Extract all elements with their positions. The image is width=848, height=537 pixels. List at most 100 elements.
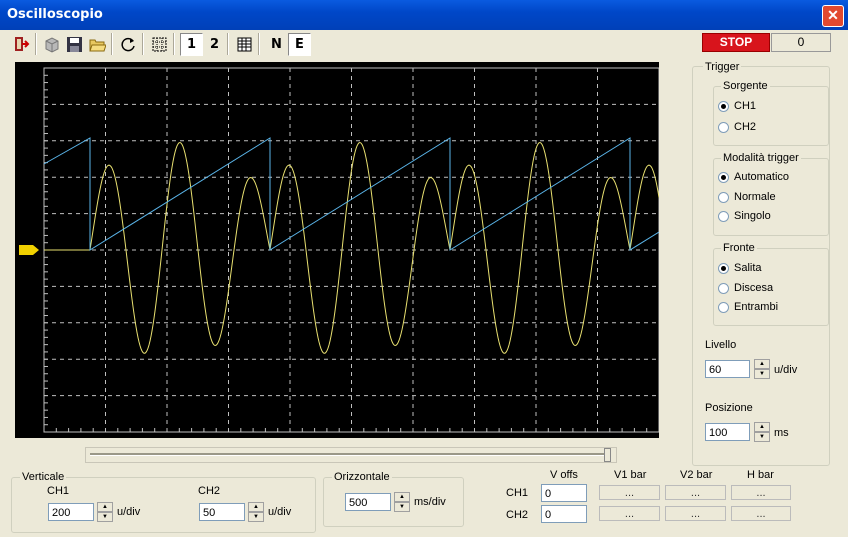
orizzontale-spinner[interactable]: ▲ ▼ (394, 492, 410, 512)
save-icon (67, 37, 82, 52)
ch2-hbar-value: ... (731, 506, 791, 521)
sorgente-group (713, 86, 829, 146)
modalita-title: Modalità trigger (721, 152, 801, 164)
toolbar-separator (142, 33, 144, 55)
spin-up-icon[interactable]: ▲ (754, 359, 770, 369)
spin-down-icon[interactable]: ▼ (754, 432, 770, 442)
radio-dot[interactable] (718, 302, 729, 313)
spin-down-icon[interactable]: ▼ (754, 369, 770, 379)
verticale-ch2-input[interactable]: 50 (199, 503, 245, 521)
refresh-icon (121, 37, 135, 52)
properties-button[interactable] (40, 33, 63, 56)
spin-up-icon[interactable]: ▲ (394, 492, 410, 502)
header-voffs: V offs (550, 469, 578, 481)
grid-select-button[interactable] (148, 33, 171, 56)
scope-canvas (19, 67, 660, 433)
radio-dot[interactable] (718, 282, 729, 294)
spin-up-icon[interactable]: ▲ (97, 502, 113, 512)
verticale-ch1-unit: u/div (117, 506, 141, 518)
posizione-label: Posizione (705, 402, 753, 414)
ch2-voffs-input[interactable]: 0 (541, 505, 587, 523)
fronte-title: Fronte (721, 242, 757, 254)
window-title: Oscilloscopio (7, 7, 103, 22)
posizione-spinner[interactable]: ▲ ▼ (754, 422, 770, 442)
close-button[interactable]: ✕ (822, 5, 844, 27)
sorgente-title: Sorgente (721, 80, 770, 92)
oscilloscope-display[interactable] (15, 62, 660, 438)
livello-label: Livello (705, 339, 737, 351)
ch1-voffs-input[interactable]: 0 (541, 484, 587, 502)
toolbar-separator (227, 33, 229, 55)
radio-dot[interactable] (718, 101, 729, 112)
time-scrollbar[interactable] (85, 447, 617, 463)
radio-label: Singolo (734, 210, 771, 222)
verticale-ch2-unit: u/div (268, 506, 292, 518)
verticale-ch1-spinner[interactable]: ▲ ▼ (97, 502, 113, 522)
toolbar-separator (111, 33, 113, 55)
spin-up-icon[interactable]: ▲ (754, 422, 770, 432)
scrollbar-track (90, 453, 605, 456)
cube-icon (45, 37, 59, 53)
verticale-ch1-label: CH1 (47, 485, 70, 497)
radio-label: CH1 (734, 100, 757, 112)
trigger-title: Trigger (703, 61, 742, 73)
radio-label: Salita (734, 262, 762, 274)
sample-counter: 0 (771, 33, 831, 52)
ch1-v2bar-value: ... (665, 485, 726, 500)
n-toggle[interactable]: N (265, 33, 288, 56)
posizione-input[interactable]: 100 (705, 423, 750, 441)
verticale-title: Verticale (20, 471, 67, 483)
title-bar: Oscilloscopio ✕ (0, 0, 848, 30)
exit-button[interactable] (10, 33, 33, 56)
livello-unit: u/div (774, 364, 798, 376)
save-button[interactable] (63, 33, 86, 56)
ch2-v1bar-value: ... (599, 506, 660, 521)
posizione-unit: ms (774, 427, 789, 439)
header-v2bar: V2 bar (680, 469, 713, 481)
radio-label: CH2 (734, 121, 757, 133)
spin-down-icon[interactable]: ▼ (248, 512, 264, 522)
verticale-ch2-spinner[interactable]: ▲ ▼ (248, 502, 264, 522)
livello-spinner[interactable]: ▲ ▼ (754, 359, 770, 379)
ch2-trace (43, 137, 660, 251)
radio-label: Automatico (734, 171, 790, 183)
ch2-v2bar-value: ... (665, 506, 726, 521)
radio-label: Entrambi (734, 301, 779, 313)
row-ch2-label: CH2 (506, 509, 529, 521)
channel-1-toggle[interactable]: 1 (180, 33, 203, 56)
ch1-v1bar-value: ... (599, 485, 660, 500)
open-folder-icon (89, 39, 106, 52)
verticale-ch2-label: CH2 (198, 485, 221, 497)
orizzontale-unit: ms/div (414, 496, 446, 508)
row-ch1-label: CH1 (506, 487, 529, 499)
grid-select-icon (152, 37, 167, 52)
spin-down-icon[interactable]: ▼ (97, 512, 113, 522)
spin-down-icon[interactable]: ▼ (394, 502, 410, 512)
channel-2-toggle[interactable]: 2 (203, 33, 226, 56)
stop-button[interactable]: STOP (702, 33, 770, 52)
exit-icon (15, 37, 30, 51)
orizzontale-input[interactable]: 500 (345, 493, 391, 511)
orizzontale-title: Orizzontale (332, 471, 392, 483)
header-hbar: H bar (747, 469, 774, 481)
radio-dot[interactable] (718, 263, 729, 274)
ch1-hbar-value: ... (731, 485, 791, 500)
toolbar-separator (35, 33, 37, 55)
e-toggle[interactable]: E (288, 33, 311, 56)
refresh-button[interactable] (117, 33, 140, 56)
scrollbar-thumb[interactable] (604, 448, 611, 462)
table-button[interactable] (233, 33, 256, 56)
header-v1bar: V1 bar (614, 469, 647, 481)
trigger-level-marker (19, 245, 39, 255)
verticale-ch1-input[interactable]: 200 (48, 503, 94, 521)
radio-dot[interactable] (718, 211, 729, 222)
radio-dot[interactable] (718, 122, 729, 133)
table-icon (237, 37, 252, 52)
radio-dot[interactable] (718, 172, 729, 183)
toolbar-separator (173, 33, 175, 55)
open-button[interactable] (86, 33, 109, 56)
livello-input[interactable]: 60 (705, 360, 750, 378)
radio-dot[interactable] (718, 191, 729, 203)
spin-up-icon[interactable]: ▲ (248, 502, 264, 512)
radio-label: Discesa (734, 281, 774, 294)
